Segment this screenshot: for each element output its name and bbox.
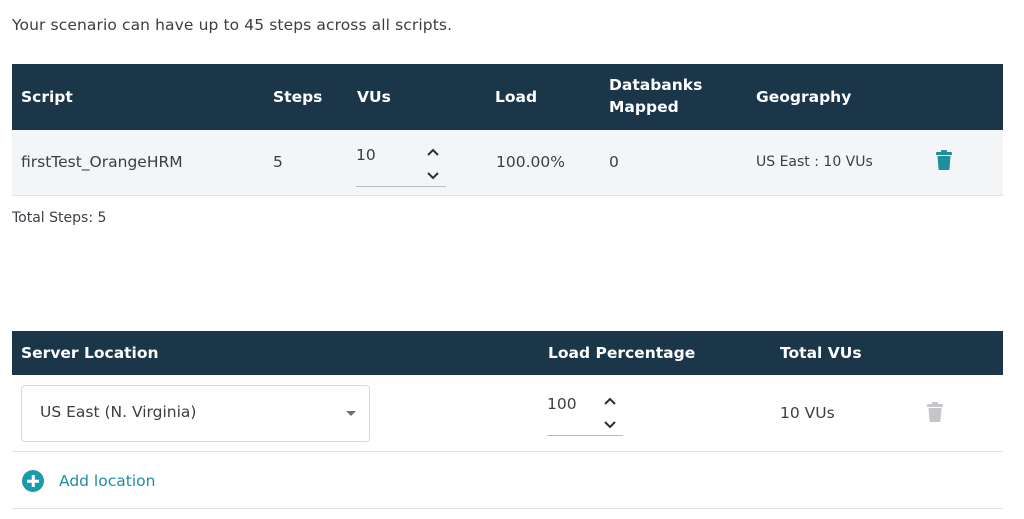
script-geography: US East : 10 VUs [756, 154, 873, 170]
chevron-up-icon[interactable] [426, 147, 440, 157]
scripts-table-header: Script Steps VUs Load Databanks Mapped G… [12, 64, 1003, 130]
locations-table: Server Location Load Percentage Total VU… [12, 331, 1003, 452]
scenario-steps-limit-text: Your scenario can have up to 45 steps ac… [12, 16, 453, 34]
header-databanks-line2: Mapped [609, 98, 679, 116]
add-location-button[interactable]: Add location [22, 470, 155, 492]
script-load: 100.00% [496, 153, 565, 171]
header-total-vus: Total VUs [780, 344, 862, 362]
header-server-location: Server Location [21, 344, 159, 362]
load-percentage-value[interactable]: 100 [547, 395, 577, 413]
trash-icon [936, 150, 952, 170]
vus-stepper[interactable]: 10 [356, 146, 446, 187]
server-location-value: US East (N. Virginia) [40, 403, 197, 421]
server-location-select[interactable]: US East (N. Virginia) [21, 385, 370, 442]
trash-icon [927, 402, 943, 422]
delete-location-button[interactable] [927, 402, 943, 422]
script-steps: 5 [273, 153, 283, 171]
table-row: US East (N. Virginia) 100 10 VUs [12, 375, 1003, 452]
header-load-percentage: Load Percentage [548, 344, 696, 362]
header-geography: Geography [756, 88, 852, 106]
header-steps: Steps [273, 88, 323, 106]
header-vus: VUs [357, 88, 391, 106]
table-row: firstTest_OrangeHRM 5 10 100.00% 0 US Ea… [12, 130, 1003, 196]
header-databanks-line1: Databanks [609, 76, 703, 94]
add-location-row: Add location [12, 452, 1003, 509]
header-databanks-mapped: Databanks Mapped [609, 74, 702, 118]
plus-circle-icon [22, 470, 44, 492]
chevron-down-icon[interactable] [603, 420, 617, 430]
add-location-label[interactable]: Add location [59, 472, 155, 490]
vus-value[interactable]: 10 [356, 146, 376, 164]
chevron-down-icon[interactable] [426, 171, 440, 181]
location-total-vus: 10 VUs [780, 404, 835, 422]
locations-table-header: Server Location Load Percentage Total VU… [12, 331, 1003, 375]
dropdown-caret-icon [346, 411, 356, 416]
script-databanks: 0 [609, 153, 619, 171]
total-steps: Total Steps: 5 [12, 210, 107, 226]
scripts-table: Script Steps VUs Load Databanks Mapped G… [12, 64, 1003, 196]
load-percentage-stepper[interactable]: 100 [547, 395, 623, 436]
header-load: Load [495, 88, 538, 106]
header-script: Script [21, 88, 73, 106]
delete-script-button[interactable] [936, 150, 952, 170]
chevron-up-icon[interactable] [603, 396, 617, 406]
script-name: firstTest_OrangeHRM [21, 153, 183, 171]
